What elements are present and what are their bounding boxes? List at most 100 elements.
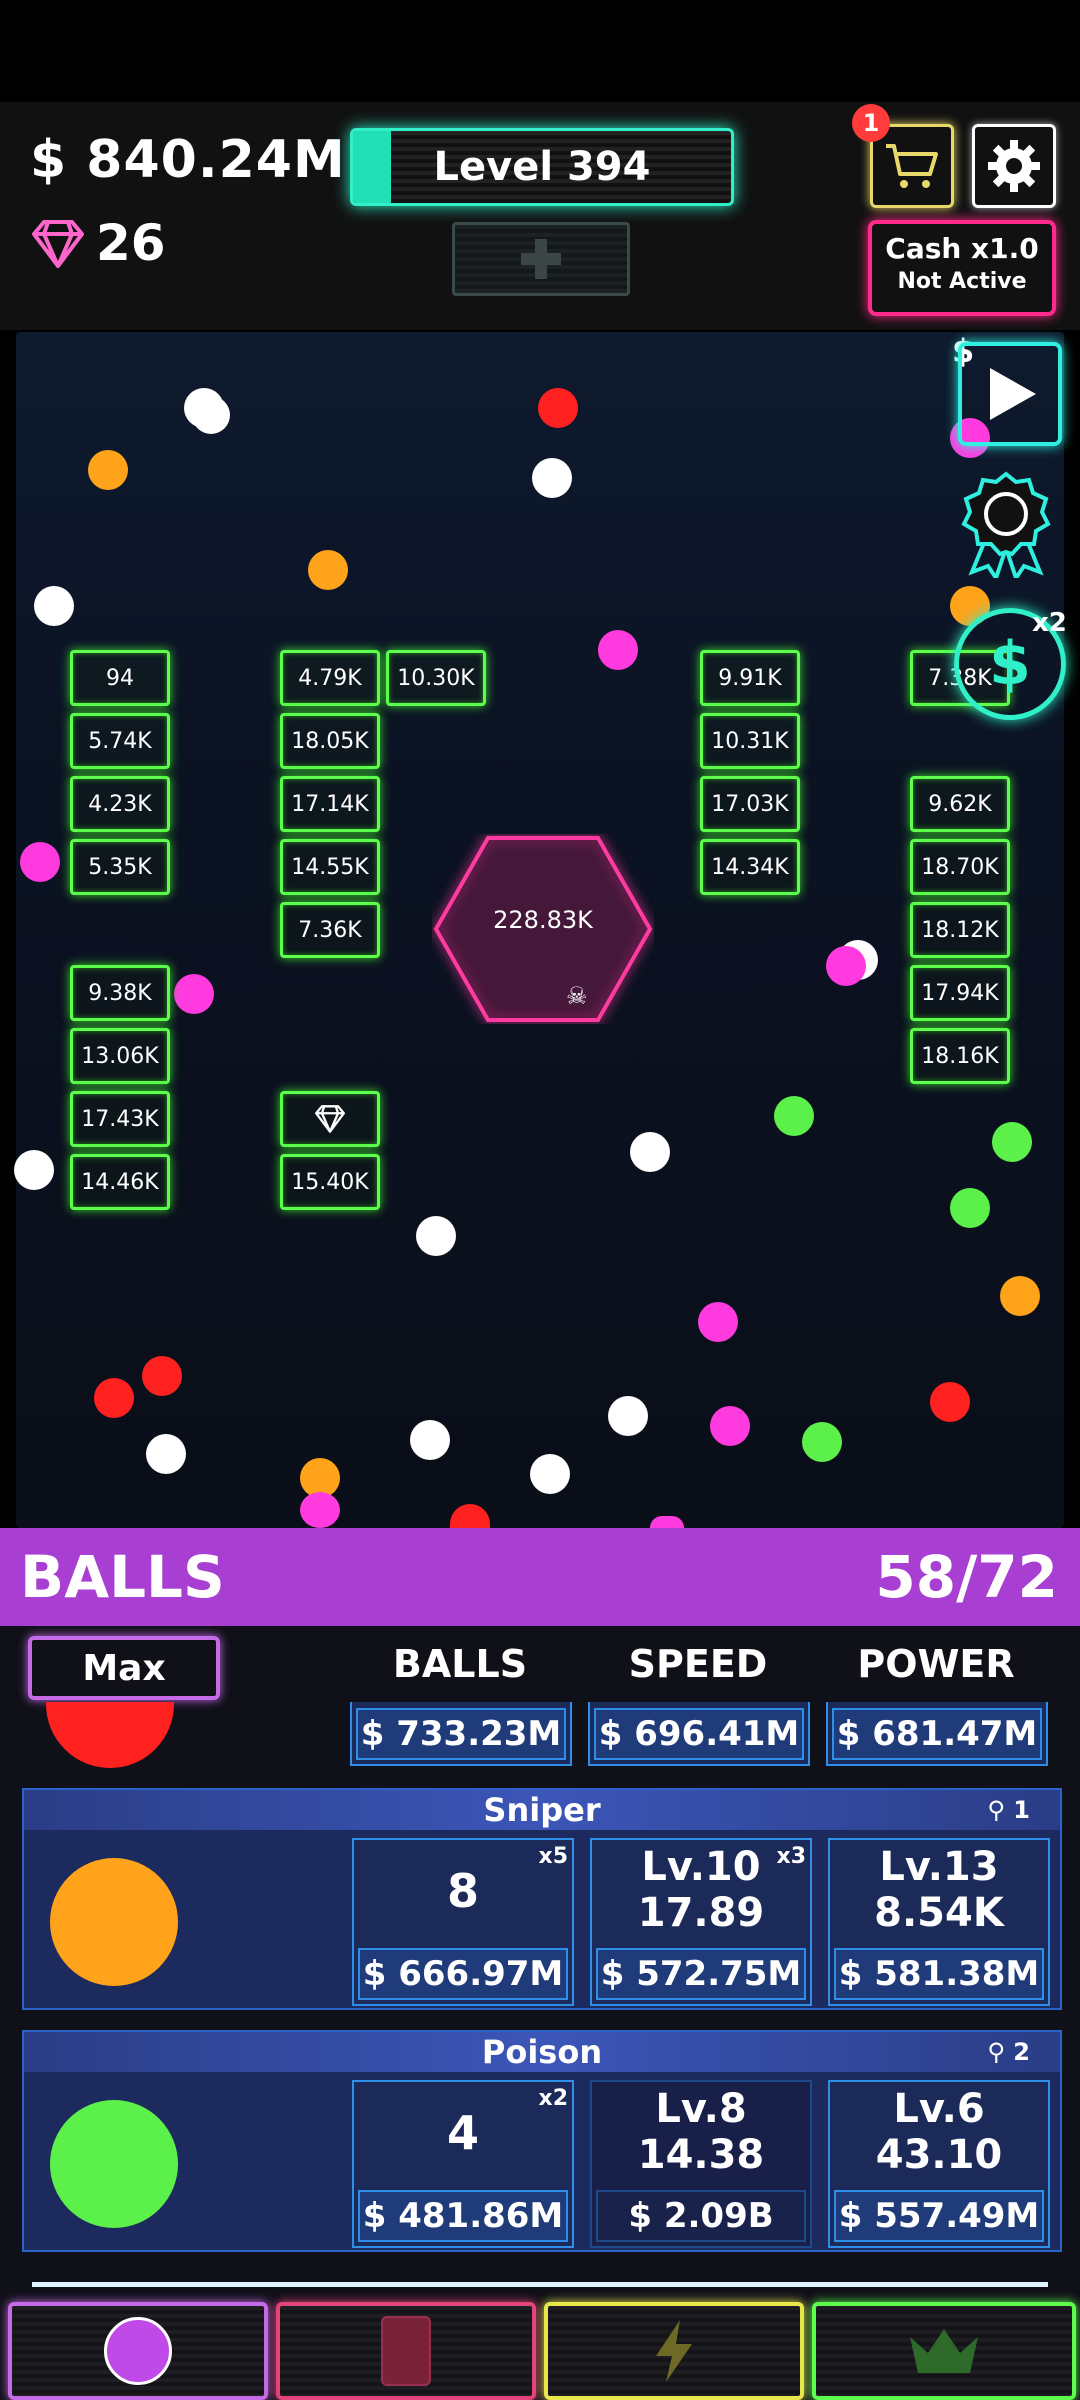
price-label: $ 2.09B (596, 2190, 806, 2242)
ball-quantity: 4 (446, 2106, 479, 2160)
gem-brick (280, 1091, 380, 1147)
column-header-balls: BALLS (392, 1642, 528, 1686)
cart-badge: 1 (852, 104, 890, 142)
gem-counter: 26 (96, 214, 166, 272)
upgrade-speed-button[interactable]: Lv.8 14.38 $ 2.09B (590, 2080, 812, 2248)
column-header-speed: SPEED (628, 1642, 768, 1686)
brick: 18.16K (910, 1028, 1010, 1084)
hexagon-value: 228.83K (493, 906, 593, 934)
ball-icon (104, 2317, 172, 2385)
price-label: $ 581.38M (834, 1948, 1044, 2000)
ball-red (538, 388, 578, 428)
ball-pink (300, 1492, 340, 1528)
brick: 9.38K (70, 965, 170, 1021)
max-button[interactable]: Max (28, 1636, 220, 1700)
panel-title: BALLS (20, 1543, 225, 1611)
ball-white (530, 1454, 570, 1494)
ball-white (532, 458, 572, 498)
tier-tag: ⚲ 2 (987, 2038, 1030, 2066)
ball-name: Sniper (483, 1791, 601, 1829)
brick: 9.62K (910, 776, 1010, 832)
ball-white (630, 1132, 670, 1172)
play-icon (990, 368, 1036, 420)
ball-green (992, 1122, 1032, 1162)
power-level: Lv.6 (893, 2086, 985, 2132)
brick: 18.70K (910, 839, 1010, 895)
brick: 17.43K (70, 1091, 170, 1147)
speed-value: 14.38 (637, 2132, 765, 2178)
price-label: $ 572.75M (596, 1948, 806, 2000)
ball-red (94, 1378, 134, 1418)
price-label: $ 481.86M (358, 2190, 568, 2242)
cash-multiplier-label: Cash x1.0 (885, 232, 1039, 265)
brick: 7.36K (280, 902, 380, 958)
lightning-icon (656, 2320, 692, 2382)
ball-pink (174, 974, 214, 1014)
video-bonus-button[interactable] (958, 342, 1062, 446)
power-value: 8.54K (874, 1890, 1004, 1936)
ball-quantity: 8 (446, 1864, 479, 1918)
upgrade-power-button[interactable]: Lv.13 8.54K $ 581.38M (828, 1838, 1050, 2006)
partial-ball-card: $ 733.23M $ 696.41M $ 681.47M (22, 1702, 1058, 1772)
level-progress-bar: Level 394 (350, 128, 734, 206)
brick: 10.31K (700, 713, 800, 769)
ball-white (146, 1434, 186, 1474)
playfield[interactable]: 94 5.74K 4.23K 5.35K 9.38K 13.06K 17.43K… (14, 332, 1067, 1528)
diamond-icon (315, 1105, 345, 1133)
add-button[interactable] (452, 222, 630, 296)
ball-pink (698, 1302, 738, 1342)
gear-icon (988, 140, 1040, 192)
speed-value: 17.89 (637, 1890, 765, 1936)
brick: 94 (70, 650, 170, 706)
ball-red (930, 1382, 970, 1422)
cart-icon (886, 144, 938, 188)
brick: 5.35K (70, 839, 170, 895)
settings-button[interactable] (972, 124, 1056, 208)
upgrade-power-button[interactable]: Lv.6 43.10 $ 557.49M (828, 2080, 1050, 2248)
money-counter: $ 840.24M (30, 130, 346, 190)
upgrade-speed-button[interactable]: x3 Lv.10 17.89 $ 572.75M (590, 1838, 812, 2006)
ball-white (192, 396, 230, 434)
power-value: 43.10 (875, 2132, 1003, 2178)
coin-multiplier-label: x2 (1032, 608, 1067, 638)
achievements-button[interactable] (958, 468, 1054, 583)
scroll-indicator (32, 2282, 1048, 2287)
brick: 15.40K (280, 1154, 380, 1210)
brick: 17.94K (910, 965, 1010, 1021)
plus-icon (521, 239, 561, 279)
ball-swatch-red (46, 1702, 174, 1768)
ball-green (802, 1422, 842, 1462)
multiplier-label: x5 (538, 1844, 569, 1869)
ball-green (950, 1188, 990, 1228)
brick: 17.03K (700, 776, 800, 832)
brick: 14.46K (70, 1154, 170, 1210)
nav-tab-prestige[interactable] (812, 2302, 1076, 2400)
upgrade-speed-button[interactable]: $ 696.41M (588, 1702, 810, 1766)
nav-tab-cards[interactable] (276, 2302, 536, 2400)
upgrade-balls-button[interactable]: x5 8 $ 666.97M (352, 1838, 574, 2006)
upgrade-balls-button[interactable]: x2 4 $ 481.86M (352, 2080, 574, 2248)
brick: 4.79K (280, 650, 380, 706)
brick: 18.05K (280, 713, 380, 769)
cash-multiplier-button[interactable]: Cash x1.0 Not Active (868, 220, 1056, 316)
nav-tab-boost[interactable] (544, 2302, 804, 2400)
column-header-power: POWER (857, 1642, 1015, 1686)
price-label: $ 666.97M (358, 1948, 568, 2000)
upgrade-power-button[interactable]: $ 681.47M (826, 1702, 1048, 1766)
balls-panel-header: BALLS 58/72 (0, 1528, 1080, 1626)
skull-icon: ☠ (566, 982, 588, 1010)
ball-white (608, 1396, 648, 1436)
tier-tag: ⚲ 1 (987, 1796, 1030, 1824)
level-label: Level 394 (433, 144, 651, 190)
brick: 17.14K (280, 776, 380, 832)
diamond-icon (30, 218, 86, 274)
power-level: Lv.13 (879, 1844, 999, 1890)
nav-tab-balls[interactable] (8, 2302, 268, 2400)
ball-swatch-green (50, 2100, 178, 2228)
status-bar (0, 0, 1080, 102)
ball-pink (20, 842, 60, 882)
upgrade-balls-button[interactable]: $ 733.23M (350, 1702, 572, 1766)
ball-red (142, 1356, 182, 1396)
brick: 14.34K (700, 839, 800, 895)
ball-green (774, 1096, 814, 1136)
